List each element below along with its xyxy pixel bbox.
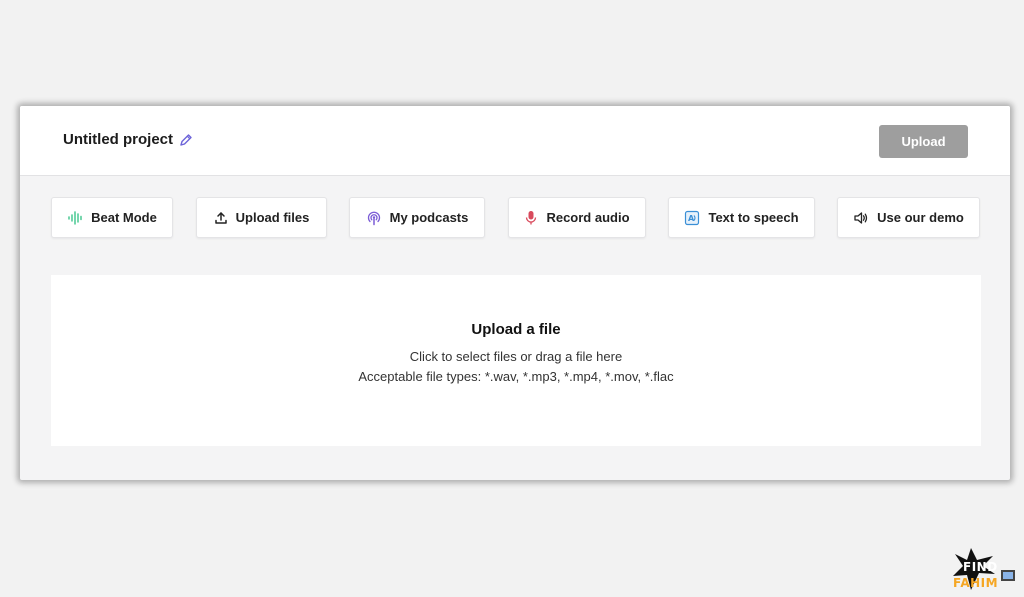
upload-files-button[interactable]: Upload files xyxy=(196,197,327,238)
my-podcasts-button[interactable]: My podcasts xyxy=(349,197,485,238)
upload-icon xyxy=(214,211,228,225)
project-header: Untitled project Upload xyxy=(20,106,1010,176)
microphone-icon xyxy=(524,210,538,226)
dropzone-title: Upload a file xyxy=(471,321,561,338)
dropzone-instruction: Click to select files or drag a file her… xyxy=(409,349,623,364)
pencil-icon[interactable] xyxy=(179,133,193,147)
upload-button[interactable]: Upload xyxy=(879,125,968,158)
file-dropzone[interactable]: Upload a file Click to select files or d… xyxy=(51,275,981,446)
toolbar: Beat Mode Upload files My podcasts Recor… xyxy=(51,197,980,240)
watermark-line1: FIND xyxy=(963,560,998,574)
page: Untitled project Upload Beat Mode Upload… xyxy=(0,0,1024,597)
use-our-demo-label: Use our demo xyxy=(877,210,964,225)
record-audio-label: Record audio xyxy=(546,210,630,225)
watermark-line2: FAHIM xyxy=(953,576,999,590)
record-audio-button[interactable]: Record audio xyxy=(508,197,646,238)
text-to-speech-button[interactable]: A Text to speech xyxy=(668,197,815,238)
upload-files-label: Upload files xyxy=(235,210,310,225)
project-title-group[interactable]: Untitled project xyxy=(63,131,193,148)
waveform-icon xyxy=(67,210,83,225)
my-podcasts-label: My podcasts xyxy=(389,210,469,225)
beat-mode-button[interactable]: Beat Mode xyxy=(51,197,173,238)
project-card: Untitled project Upload Beat Mode Upload… xyxy=(20,106,1010,480)
speaker-icon xyxy=(853,211,869,225)
svg-text:A: A xyxy=(688,214,695,223)
project-title[interactable]: Untitled project xyxy=(63,131,173,148)
text-to-speech-label: Text to speech xyxy=(708,210,799,225)
use-our-demo-button[interactable]: Use our demo xyxy=(837,197,980,238)
dropzone-file-types: Acceptable file types: *.wav, *.mp3, *.m… xyxy=(358,369,674,384)
watermark-logo: FIND FAHIM xyxy=(949,546,1019,594)
podcast-icon xyxy=(366,210,382,226)
beat-mode-label: Beat Mode xyxy=(91,210,157,225)
text-to-speech-icon: A xyxy=(684,210,700,226)
